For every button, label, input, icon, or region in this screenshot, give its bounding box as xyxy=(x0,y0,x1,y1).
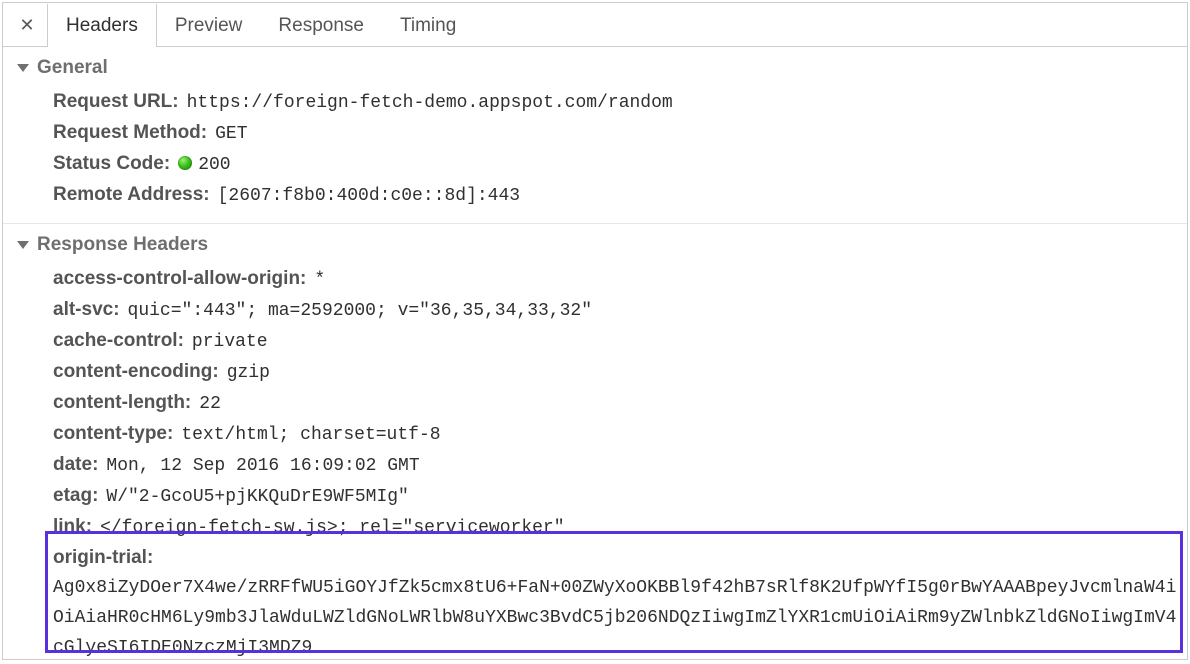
value-request-method: GET xyxy=(215,119,247,149)
label-status-code: Status Code: xyxy=(53,149,170,179)
section-response-headers: Response Headers access-control-allow-or… xyxy=(3,223,1187,659)
response-header-row: date: Mon, 12 Sep 2016 16:09:02 GMT xyxy=(53,450,1187,481)
label-request-method: Request Method: xyxy=(53,118,207,148)
kv-request-url: Request URL: https://foreign-fetch-demo.… xyxy=(53,87,1187,118)
label-remote-address: Remote Address: xyxy=(53,180,210,210)
status-dot-icon xyxy=(178,156,192,170)
response-header-key: content-encoding: xyxy=(53,357,219,387)
section-response-headers-header[interactable]: Response Headers xyxy=(3,228,1187,262)
tabbar: ✕ Headers Preview Response Timing xyxy=(3,3,1187,47)
chevron-down-icon xyxy=(17,64,29,72)
response-header-row: content-length: 22 xyxy=(53,388,1187,419)
tab-timing[interactable]: Timing xyxy=(382,3,474,46)
response-header-row: content-encoding: gzip xyxy=(53,357,1187,388)
tab-headers[interactable]: Headers xyxy=(47,3,157,46)
response-header-key: content-type: xyxy=(53,419,173,449)
kv-request-method: Request Method: GET xyxy=(53,118,1187,149)
response-header-key: access-control-allow-origin: xyxy=(53,264,306,294)
section-general-title: General xyxy=(37,57,108,79)
response-header-value: quic=":443"; ma=2592000; v="36,35,34,33,… xyxy=(128,296,592,326)
response-header-key: content-length: xyxy=(53,388,191,418)
response-header-row: access-control-allow-origin: * xyxy=(53,264,1187,295)
tab-preview[interactable]: Preview xyxy=(157,3,261,46)
response-header-value: private xyxy=(192,327,268,357)
close-panel[interactable]: ✕ xyxy=(7,3,47,46)
chevron-down-icon xyxy=(17,241,29,249)
response-header-value: Ag0x8iZyDOer7X4we/zRRFfWU5iGOYJfZk5cmx8t… xyxy=(53,573,1187,659)
response-header-row: alt-svc: quic=":443"; ma=2592000; v="36,3… xyxy=(53,295,1187,326)
response-header-key: cache-control: xyxy=(53,326,184,356)
value-remote-address: [2607:f8b0:400d:c0e::8d]:443 xyxy=(218,181,520,211)
section-response-headers-title: Response Headers xyxy=(37,234,208,256)
tab-response[interactable]: Response xyxy=(260,3,382,46)
response-header-key: date: xyxy=(53,450,98,480)
response-header-key: link: xyxy=(53,512,92,542)
section-general: General Request URL: https://foreign-fet… xyxy=(3,47,1187,223)
response-header-key: etag: xyxy=(53,481,98,511)
response-header-value: 22 xyxy=(199,389,221,419)
response-header-row: content-type: text/html; charset=utf-8 xyxy=(53,419,1187,450)
response-header-value: W/"2-GcoU5+pjKKQuDrE9WF5MIg" xyxy=(106,482,408,512)
response-header-row: cache-control: private xyxy=(53,326,1187,357)
response-header-row: origin-trial:Ag0x8iZyDOer7X4we/zRRFfWU5i… xyxy=(53,543,1187,659)
label-request-url: Request URL: xyxy=(53,87,179,117)
response-header-value: text/html; charset=utf-8 xyxy=(181,420,440,450)
response-header-value: * xyxy=(314,265,325,295)
response-header-value: Mon, 12 Sep 2016 16:09:02 GMT xyxy=(106,451,419,481)
response-header-key: origin-trial: xyxy=(53,543,153,573)
value-request-url: https://foreign-fetch-demo.appspot.com/r… xyxy=(187,88,673,118)
kv-status-code: Status Code: 200 xyxy=(53,149,1187,180)
response-header-value: gzip xyxy=(227,358,270,388)
value-status-code: 200 xyxy=(178,150,230,180)
headers-content: General Request URL: https://foreign-fet… xyxy=(3,47,1187,659)
kv-remote-address: Remote Address: [2607:f8b0:400d:c0e::8d]… xyxy=(53,180,1187,211)
response-header-key: alt-svc: xyxy=(53,295,120,325)
response-header-value: </foreign-fetch-sw.js>; rel="servicework… xyxy=(100,513,564,543)
section-general-header[interactable]: General xyxy=(3,51,1187,85)
response-header-row: etag: W/"2-GcoU5+pjKKQuDrE9WF5MIg" xyxy=(53,481,1187,512)
response-header-row: link: </foreign-fetch-sw.js>; rel="servic… xyxy=(53,512,1187,543)
close-icon: ✕ xyxy=(19,16,34,34)
